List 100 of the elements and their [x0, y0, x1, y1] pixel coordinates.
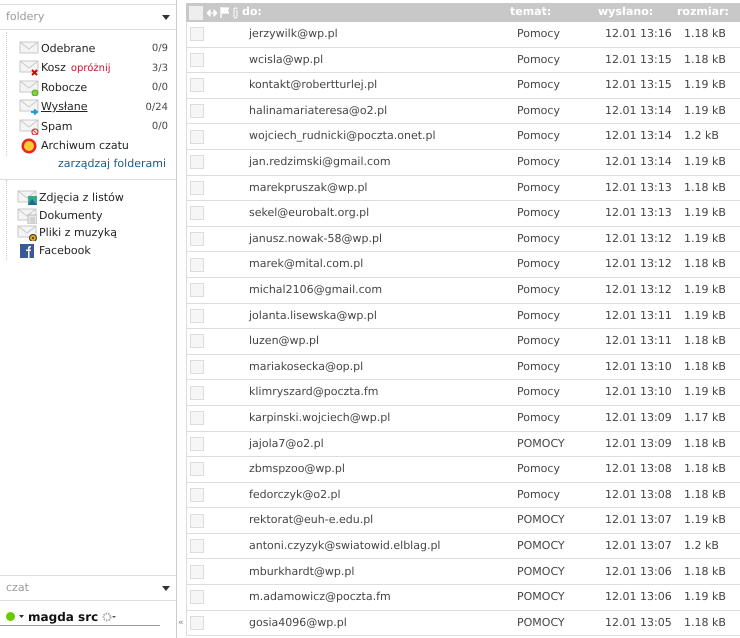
row-checkbox[interactable]	[190, 283, 204, 298]
row-checkbox[interactable]	[190, 539, 204, 554]
table-cell-text: 1.18 kB	[684, 436, 727, 452]
table-cell-text: marek@mital.com.pl	[248, 256, 364, 272]
folder-link[interactable]: Zdjęcia z listów	[39, 190, 124, 206]
table-cell-text: 1.19 kB	[684, 230, 727, 247]
select-all-checkbox[interactable]	[189, 6, 203, 20]
table-cell-text: 1.19 kB	[684, 589, 727, 606]
row-checkbox[interactable]	[190, 411, 204, 426]
table-cell-text: 1.2 kB	[684, 128, 720, 144]
table-cell-text: fedorczyk@o2.pl	[248, 486, 342, 503]
envelope-send-icon	[19, 99, 39, 116]
empty-trash-link[interactable]: opróżnij	[70, 60, 111, 76]
row-checkbox[interactable]	[190, 52, 204, 67]
message-count: 0/0	[152, 81, 168, 96]
dropdown-icon[interactable]	[162, 586, 170, 590]
table-cell-text: 1.18 kB	[684, 26, 727, 42]
folder-link[interactable]: Facebook	[39, 242, 91, 259]
table-cell-text: 1.18 kB	[684, 358, 727, 375]
paperclip-icon	[232, 6, 239, 18]
manage-folders-link[interactable]: zarządzaj folderami	[58, 156, 166, 172]
folder-link[interactable]: Archiwum czatu	[41, 138, 129, 154]
table-cell-text: Pomocy	[517, 461, 561, 478]
message-count: 3/3	[152, 62, 168, 76]
table-cell-text: 12.01 13:12	[605, 282, 673, 298]
table-cell-text: 1.19 kB	[684, 77, 727, 94]
gear-icon[interactable]	[102, 612, 116, 622]
row-checkbox[interactable]	[190, 334, 204, 348]
envelope-draft-icon	[19, 80, 39, 96]
table-cell-text: 12.01 13:08	[605, 461, 673, 478]
row-checkbox[interactable]	[190, 590, 204, 604]
row-checkbox[interactable]	[190, 104, 204, 118]
row-checkbox[interactable]	[190, 488, 204, 502]
table-cell-text: 12.01 13:15	[605, 52, 673, 68]
row-checkbox[interactable]	[190, 130, 204, 144]
folder-link[interactable]: Kosz	[41, 60, 66, 76]
table-cell-text: jan.redzimski@gmail.com	[248, 154, 392, 170]
table-cell-text: 12.01 13:07	[605, 538, 673, 554]
table-cell-text: kontakt@robertturlej.pl	[248, 77, 378, 94]
row-checkbox[interactable]	[190, 360, 204, 374]
row-checkbox[interactable]	[190, 232, 204, 246]
table-cell-text: rektorat@euh-e.edu.pl	[248, 512, 374, 528]
row-checkbox[interactable]	[190, 308, 204, 323]
table-cell-text: klimryszard@poczta.fm	[248, 384, 380, 400]
table-cell-text: mariakosecka@op.pl	[248, 358, 364, 375]
table-cell-text: 1.19 kB	[684, 384, 727, 400]
table-cell-text: mburkhardt@wp.pl	[248, 564, 356, 580]
flag-icon	[220, 7, 229, 18]
row-checkbox[interactable]	[190, 78, 204, 92]
table-cell-text: 12.01 13:13	[605, 205, 673, 222]
table-cell-text: 12.01 13:08	[605, 486, 673, 503]
table-cell-text: 1.18 kB	[684, 614, 727, 631]
reply-forward-icon	[207, 8, 217, 16]
table-cell-text: 12.01 13:14	[605, 154, 673, 170]
table-cell-text: 12.01 13:14	[605, 128, 673, 144]
row-checkbox[interactable]	[190, 386, 204, 400]
envelope-photo-icon	[17, 190, 37, 206]
row-checkbox[interactable]	[190, 180, 204, 195]
panel-title: foldery	[6, 8, 44, 25]
folder-link[interactable]: Robocze	[41, 80, 88, 96]
envelope-music-icon	[17, 225, 37, 242]
table-cell-text: 12.01 13:06	[605, 564, 673, 580]
row-checkbox[interactable]	[190, 436, 204, 451]
row-checkbox[interactable]	[190, 155, 204, 170]
table-cell-text: jolanta.lisewska@wp.pl	[248, 308, 378, 324]
dropdown-icon[interactable]	[162, 14, 170, 20]
table-cell-text: 12.01 13:10	[605, 384, 673, 400]
table-cell-text: 12.01 13:09	[605, 410, 673, 426]
table-cell-text: 12.01 13:13	[605, 180, 673, 196]
row-checkbox[interactable]	[190, 206, 204, 220]
row-checkbox[interactable]	[190, 616, 204, 630]
folder-link[interactable]: Odebrane	[41, 40, 96, 57]
dropdown-icon[interactable]	[19, 615, 24, 618]
row-checkbox[interactable]	[190, 462, 204, 476]
table-cell-text: Pomocy	[517, 384, 561, 400]
row-checkbox[interactable]	[190, 27, 204, 42]
collapse-button[interactable]: «	[177, 616, 186, 630]
sun-icon	[19, 138, 39, 154]
table-cell-text: 1.19 kB	[684, 282, 727, 298]
row-checkbox[interactable]	[190, 564, 204, 579]
row-checkbox[interactable]	[190, 514, 204, 528]
table-cell-text: marekpruszak@wp.pl	[248, 180, 368, 196]
folder-link[interactable]: Spam	[41, 118, 72, 135]
folder-link[interactable]: Pliki z muzyką	[39, 225, 118, 242]
panel-title: czat	[6, 580, 29, 596]
table-cell-text: 12.01 13:06	[605, 589, 673, 606]
table-cell-text: POMOCY	[517, 512, 566, 528]
table-cell-text: 1.18 kB	[684, 564, 727, 580]
table-cell-text: Pomocy	[517, 205, 561, 222]
message-count: 0/0	[152, 120, 168, 134]
table-cell-text: 1.19 kB	[684, 512, 727, 528]
row-checkbox[interactable]	[190, 258, 204, 272]
table-cell-text: 1.18 kB	[684, 180, 727, 196]
table-cell-text: POMOCY	[517, 538, 566, 554]
folder-link[interactable]: Dokumenty	[39, 208, 102, 224]
table-cell-text: POMOCY	[517, 564, 566, 580]
table-cell-text: luzen@wp.pl	[248, 333, 320, 350]
envelope-delete-icon	[19, 60, 39, 76]
table-cell-text: Pomocy	[517, 102, 561, 119]
folder-link[interactable]: Wysłane	[41, 99, 88, 116]
